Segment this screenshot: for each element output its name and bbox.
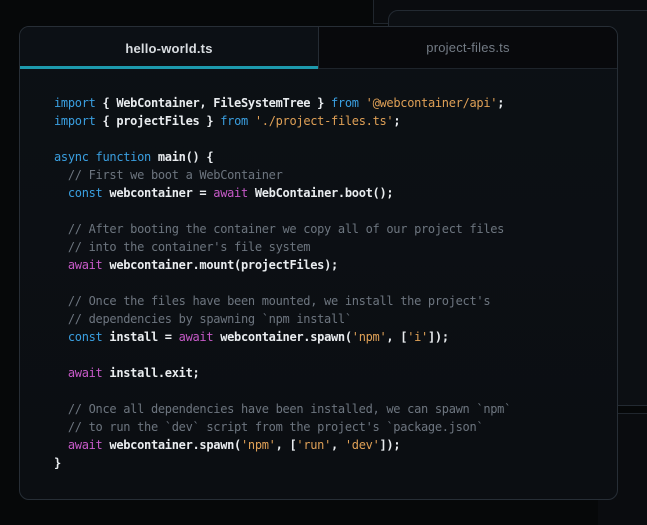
tab-project-files-ts[interactable]: project-files.ts [318,27,617,69]
code-line: // dependencies by spawning `npm install… [54,310,603,328]
code-line: import { projectFiles } from './project-… [54,112,603,130]
code-line: import { WebContainer, FileSystemTree } … [54,94,603,112]
code-line: } [54,454,603,472]
code-line: await webcontainer.spawn('npm', ['run', … [54,436,603,454]
page-background: hello-world.tsproject-files.ts import { … [0,0,647,525]
code-line: // Once all dependencies have been insta… [54,400,603,418]
code-line: // After booting the container we copy a… [54,220,603,238]
code-line [54,382,603,400]
code-line: // First we boot a WebContainer [54,166,603,184]
code-line: // into the container's file system [54,238,603,256]
code-line: const webcontainer = await WebContainer.… [54,184,603,202]
code-example-window: hello-world.tsproject-files.ts import { … [19,26,618,500]
tab-hello-world-ts[interactable]: hello-world.ts [20,27,318,69]
code-line: const install = await webcontainer.spawn… [54,328,603,346]
code-line: async function main() { [54,148,603,166]
code-line [54,202,603,220]
code-line: // Once the files have been mounted, we … [54,292,603,310]
code-line: // to run the `dev` script from the proj… [54,418,603,436]
code-block: import { WebContainer, FileSystemTree } … [20,69,617,472]
tab-bar: hello-world.tsproject-files.ts [20,27,617,69]
code-line [54,130,603,148]
code-line: await webcontainer.mount(projectFiles); [54,256,603,274]
code-line: await install.exit; [54,364,603,382]
code-line [54,274,603,292]
code-line [54,346,603,364]
